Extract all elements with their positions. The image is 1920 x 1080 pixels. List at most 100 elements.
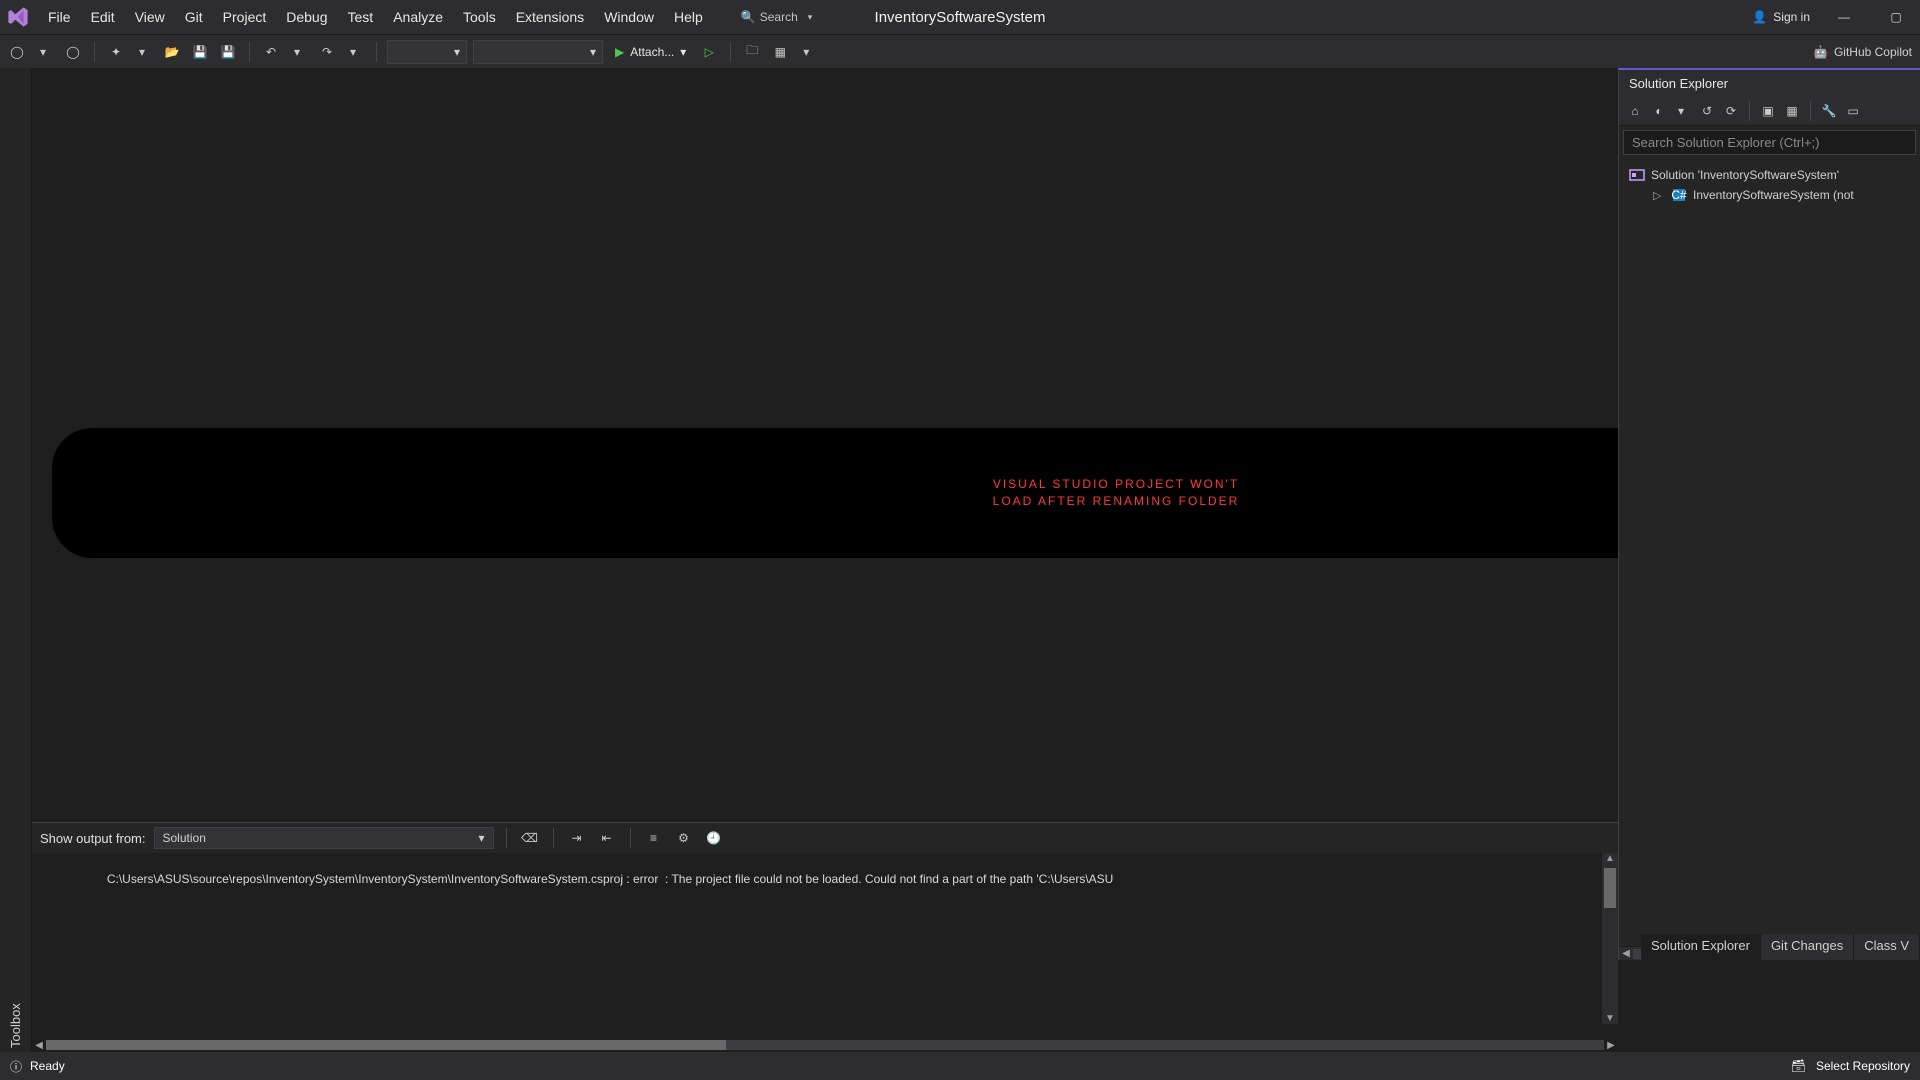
main-toolbar: ◯ ▾ ◯ ✦ ▾ 📂 💾 💾 ↶ ▾ ↷ ▾ ▾ ▾ ▶ Attach... …: [0, 34, 1920, 68]
chevron-down-icon: ▾: [590, 45, 596, 59]
scroll-track[interactable]: [46, 1040, 1604, 1050]
sign-in-button[interactable]: 👤 Sign in: [1752, 10, 1810, 24]
scroll-thumb[interactable]: [46, 1040, 726, 1050]
new-project-button[interactable]: ✦: [105, 41, 127, 63]
output-toolbar: Show output from: Solution ▾ ⌫ ⇥ ⇤ ≡ ⚙ 🕘: [32, 823, 1618, 853]
output-log-line: C:\Users\ASUS\source\repos\InventorySyst…: [107, 872, 1114, 886]
menu-test[interactable]: Test: [338, 3, 384, 31]
window-layout-dropdown[interactable]: ▾: [797, 41, 819, 63]
redo-dropdown[interactable]: ▾: [344, 41, 366, 63]
project-node-label: InventorySoftwareSystem (not: [1693, 188, 1854, 202]
output-from-label: Show output from:: [40, 831, 146, 846]
sol-pending-button[interactable]: ↺: [1697, 101, 1717, 121]
play-icon: ▶: [615, 45, 624, 59]
status-ready: Ready: [30, 1059, 65, 1073]
menu-debug[interactable]: Debug: [276, 3, 337, 31]
menu-bar: File Edit View Git Project Debug Test An…: [0, 0, 1920, 34]
select-repository-button[interactable]: Select Repository: [1816, 1059, 1910, 1073]
sol-sync-button[interactable]: ⟳: [1721, 101, 1741, 121]
step-button[interactable]: ▷: [698, 41, 720, 63]
output-panel: Show output from: Solution ▾ ⌫ ⇥ ⇤ ≡ ⚙ 🕘…: [32, 822, 1618, 1052]
menu-tools[interactable]: Tools: [453, 3, 506, 31]
menu-edit[interactable]: Edit: [81, 3, 125, 31]
menu-window[interactable]: Window: [594, 3, 664, 31]
csproj-icon: C#: [1671, 187, 1687, 203]
scroll-left-arrow-icon: ◀: [1619, 948, 1633, 959]
left-rail: Toolbox: [0, 68, 32, 1052]
scroll-down-arrow-icon: ▼: [1605, 1013, 1615, 1024]
undo-button[interactable]: ↶: [260, 41, 282, 63]
output-vertical-scrollbar[interactable]: ▲ ▼: [1602, 853, 1618, 1024]
separator: [249, 42, 250, 62]
output-source-combo[interactable]: Solution ▾: [154, 827, 494, 849]
sol-switch-views-button[interactable]: ◐: [1649, 101, 1669, 121]
undo-dropdown[interactable]: ▾: [288, 41, 310, 63]
separator: [376, 42, 377, 62]
menu-analyze[interactable]: Analyze: [383, 3, 453, 31]
output-toggle1-button[interactable]: ⇥: [566, 827, 588, 849]
output-wordwrap-button[interactable]: ≡: [643, 827, 665, 849]
menu-extensions[interactable]: Extensions: [506, 3, 594, 31]
sol-show-all-button[interactable]: ▦: [1782, 101, 1802, 121]
header-right: 👤 Sign in — ▢: [1752, 10, 1914, 24]
menu-file[interactable]: File: [38, 3, 81, 31]
output-history-button[interactable]: 🕘: [703, 827, 725, 849]
expander-icon[interactable]: ▷: [1653, 189, 1665, 202]
sol-preview-button[interactable]: ▭: [1843, 101, 1863, 121]
sol-properties-button[interactable]: 🔧: [1819, 101, 1839, 121]
new-project-dropdown[interactable]: ▾: [133, 41, 155, 63]
sign-in-label: Sign in: [1773, 10, 1810, 24]
sol-collapse-button[interactable]: ▣: [1758, 101, 1778, 121]
vs-logo-icon: [4, 3, 32, 31]
save-all-button[interactable]: 💾: [217, 41, 239, 63]
save-button[interactable]: 💾: [189, 41, 211, 63]
repository-icon: 🗃: [1791, 1059, 1806, 1073]
menu-help[interactable]: Help: [664, 3, 713, 31]
project-node[interactable]: ▷ C# InventorySoftwareSystem (not: [1623, 185, 1916, 205]
attach-debugger-button[interactable]: ▶ Attach... ▾: [609, 40, 692, 64]
menu-git[interactable]: Git: [175, 3, 213, 31]
right-panel-tabs: Solution Explorer Git Changes Class V: [1641, 934, 1920, 960]
toolbox-tab[interactable]: Toolbox: [8, 76, 23, 1052]
browse-button[interactable]: 🗀: [741, 41, 763, 63]
search-label: Search: [760, 10, 798, 24]
menu-view[interactable]: View: [125, 3, 175, 31]
solution-root-label: Solution 'InventorySoftwareSystem': [1651, 168, 1839, 182]
solution-tree: Solution 'InventorySoftwareSystem' ▷ C# …: [1619, 159, 1920, 211]
global-search[interactable]: 🔍 Search ▾: [733, 7, 821, 27]
open-file-button[interactable]: 📂: [161, 41, 183, 63]
minimize-button[interactable]: —: [1826, 10, 1862, 24]
github-copilot-button[interactable]: 🤖 GitHub Copilot: [1813, 45, 1912, 59]
solution-config-combo[interactable]: ▾: [387, 40, 467, 64]
output-horizontal-scrollbar[interactable]: ◀ ▶: [32, 1038, 1618, 1052]
menu-project[interactable]: Project: [213, 3, 277, 31]
solution-platform-combo[interactable]: ▾: [473, 40, 603, 64]
output-toggle2-button[interactable]: ⇤: [596, 827, 618, 849]
tab-class-view[interactable]: Class V: [1854, 934, 1920, 960]
output-tools-button[interactable]: ⚙: [673, 827, 695, 849]
scroll-left-arrow-icon: ◀: [32, 1040, 46, 1051]
solution-explorer-toolbar: ⌂ ◐ ▾ ↺ ⟳ ▣ ▦ 🔧 ▭: [1619, 97, 1920, 126]
nav-back-dropdown[interactable]: ▾: [34, 41, 56, 63]
solution-icon: [1629, 167, 1645, 183]
person-icon: 👤: [1752, 10, 1767, 24]
scroll-thumb[interactable]: [1604, 868, 1616, 908]
tab-solution-explorer[interactable]: Solution Explorer: [1641, 934, 1761, 960]
output-clear-button[interactable]: ⌫: [519, 827, 541, 849]
nav-back-button[interactable]: ◯: [6, 41, 28, 63]
maximize-button[interactable]: ▢: [1878, 10, 1914, 24]
chevron-down-icon: ▾: [478, 831, 484, 845]
window-layout-button[interactable]: ▦: [769, 41, 791, 63]
tab-git-changes[interactable]: Git Changes: [1761, 934, 1854, 960]
solution-root-node[interactable]: Solution 'InventorySoftwareSystem': [1623, 165, 1916, 185]
redo-button[interactable]: ↷: [316, 41, 338, 63]
copilot-label: GitHub Copilot: [1834, 45, 1912, 59]
status-bar: ⓘ Ready 🗃 Select Repository: [0, 1052, 1920, 1080]
nav-fwd-button[interactable]: ◯: [62, 41, 84, 63]
separator: [730, 42, 731, 62]
output-body[interactable]: C:\Users\ASUS\source\repos\InventorySyst…: [32, 853, 1618, 1038]
chevron-down-icon: ▾: [680, 45, 686, 59]
solution-search-input[interactable]: Search Solution Explorer (Ctrl+;): [1623, 130, 1916, 155]
sol-switch-views-dropdown[interactable]: ▾: [1673, 101, 1693, 121]
sol-home-button[interactable]: ⌂: [1625, 101, 1645, 121]
